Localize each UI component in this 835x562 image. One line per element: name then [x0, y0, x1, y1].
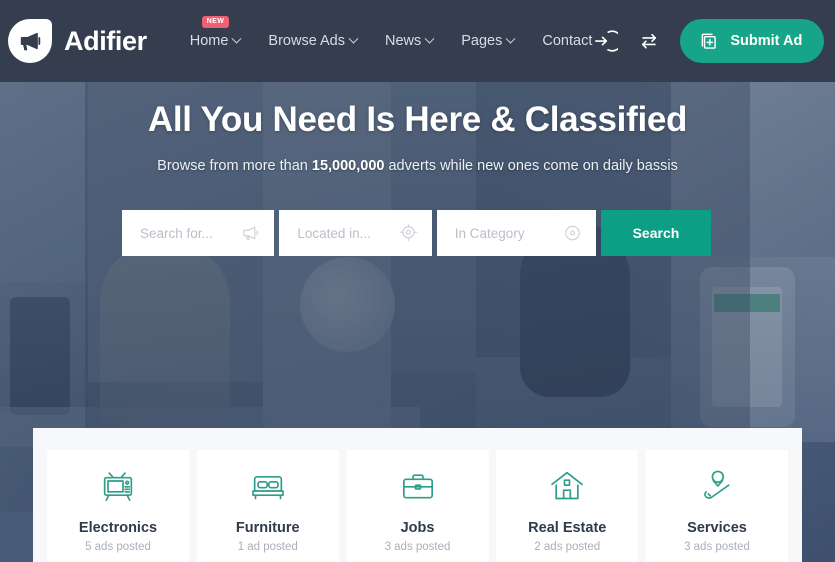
category-card-real-estate[interactable]: Real Estate 2 ads posted	[496, 450, 639, 562]
categories-panel: Electronics 5 ads posted Furniture 1 ad …	[33, 428, 802, 562]
nav-item-browse-ads[interactable]: Browse Ads	[268, 33, 359, 49]
category-name: Jobs	[400, 520, 435, 536]
nav-item-contact[interactable]: Contact	[542, 33, 592, 49]
hero-subtitle-after: adverts while new ones come on daily bas…	[384, 158, 678, 174]
page-scrollbar[interactable]	[830, 82, 835, 562]
page-root: Adifier NEW Home Browse Ads News Pages C…	[0, 0, 835, 562]
location-pin-icon	[399, 224, 418, 243]
nav-item-news[interactable]: News	[384, 33, 435, 49]
compare-arrows-icon[interactable]	[636, 28, 662, 54]
chevron-down-icon	[505, 33, 516, 44]
search-location-field[interactable]	[279, 210, 432, 256]
nav-label: News	[384, 33, 422, 49]
search-category-field[interactable]	[436, 210, 596, 256]
hero-search-bar: Search	[0, 210, 835, 256]
service-hand-icon	[696, 466, 738, 506]
category-card-services[interactable]: Services 3 ads posted	[646, 450, 788, 562]
house-icon	[546, 466, 588, 506]
category-count: 1 ad posted	[237, 541, 298, 553]
category-card-electronics[interactable]: Electronics 5 ads posted	[47, 450, 189, 562]
search-button[interactable]: Search	[600, 210, 711, 256]
chevron-down-icon	[424, 33, 435, 44]
category-target-icon	[563, 224, 582, 243]
nav-label: Browse Ads	[268, 33, 345, 49]
submit-ad-label: Submit Ad	[730, 33, 803, 49]
category-card-furniture[interactable]: Furniture 1 ad posted	[196, 450, 339, 562]
new-badge: NEW	[201, 16, 230, 28]
hero-title: All You Need Is Here & Classified	[147, 100, 688, 139]
category-name: Services	[687, 520, 747, 536]
megaphone-icon	[8, 19, 52, 63]
main-navigation: NEW Home Browse Ads News Pages Contact	[189, 16, 592, 49]
nav-item-pages[interactable]: Pages	[461, 33, 516, 49]
search-keyword-field[interactable]	[122, 210, 275, 256]
submit-ad-button[interactable]: Submit Ad	[680, 19, 825, 63]
login-arrow-icon[interactable]	[592, 28, 624, 54]
hero-content: All You Need Is Here & Classified Browse…	[0, 82, 835, 256]
category-count: 3 ads posted	[384, 541, 451, 553]
header-actions: Submit Ad	[592, 19, 825, 63]
search-button-label: Search	[632, 225, 680, 241]
nav-label: Pages	[461, 33, 503, 49]
chevron-down-icon	[348, 33, 359, 44]
briefcase-icon	[397, 466, 439, 506]
category-count: 2 ads posted	[534, 541, 601, 553]
bed-icon	[247, 466, 289, 506]
nav-label: Contact	[542, 33, 593, 49]
hero-subtitle-count: 15,000,000	[311, 158, 385, 174]
hero-subtitle-before: Browse from more than	[157, 158, 312, 174]
category-card-jobs[interactable]: Jobs 3 ads posted	[346, 450, 489, 562]
megaphone-icon	[241, 224, 260, 243]
brand-name: Adifier	[64, 25, 147, 56]
add-document-icon	[698, 31, 719, 52]
category-name: Furniture	[235, 520, 300, 536]
tv-icon	[97, 466, 139, 506]
category-count: 3 ads posted	[684, 541, 750, 553]
category-name: Real Estate	[528, 520, 607, 536]
chevron-down-icon	[231, 33, 242, 44]
nav-item-home[interactable]: NEW Home	[189, 16, 242, 49]
brand-logo[interactable]: Adifier	[8, 19, 147, 63]
nav-label: Home	[189, 33, 229, 49]
category-count: 5 ads posted	[85, 541, 151, 553]
category-name: Electronics	[78, 520, 158, 536]
site-header: Adifier NEW Home Browse Ads News Pages C…	[0, 0, 835, 82]
hero-subtitle: Browse from more than 15,000,000 adverts…	[0, 158, 835, 174]
